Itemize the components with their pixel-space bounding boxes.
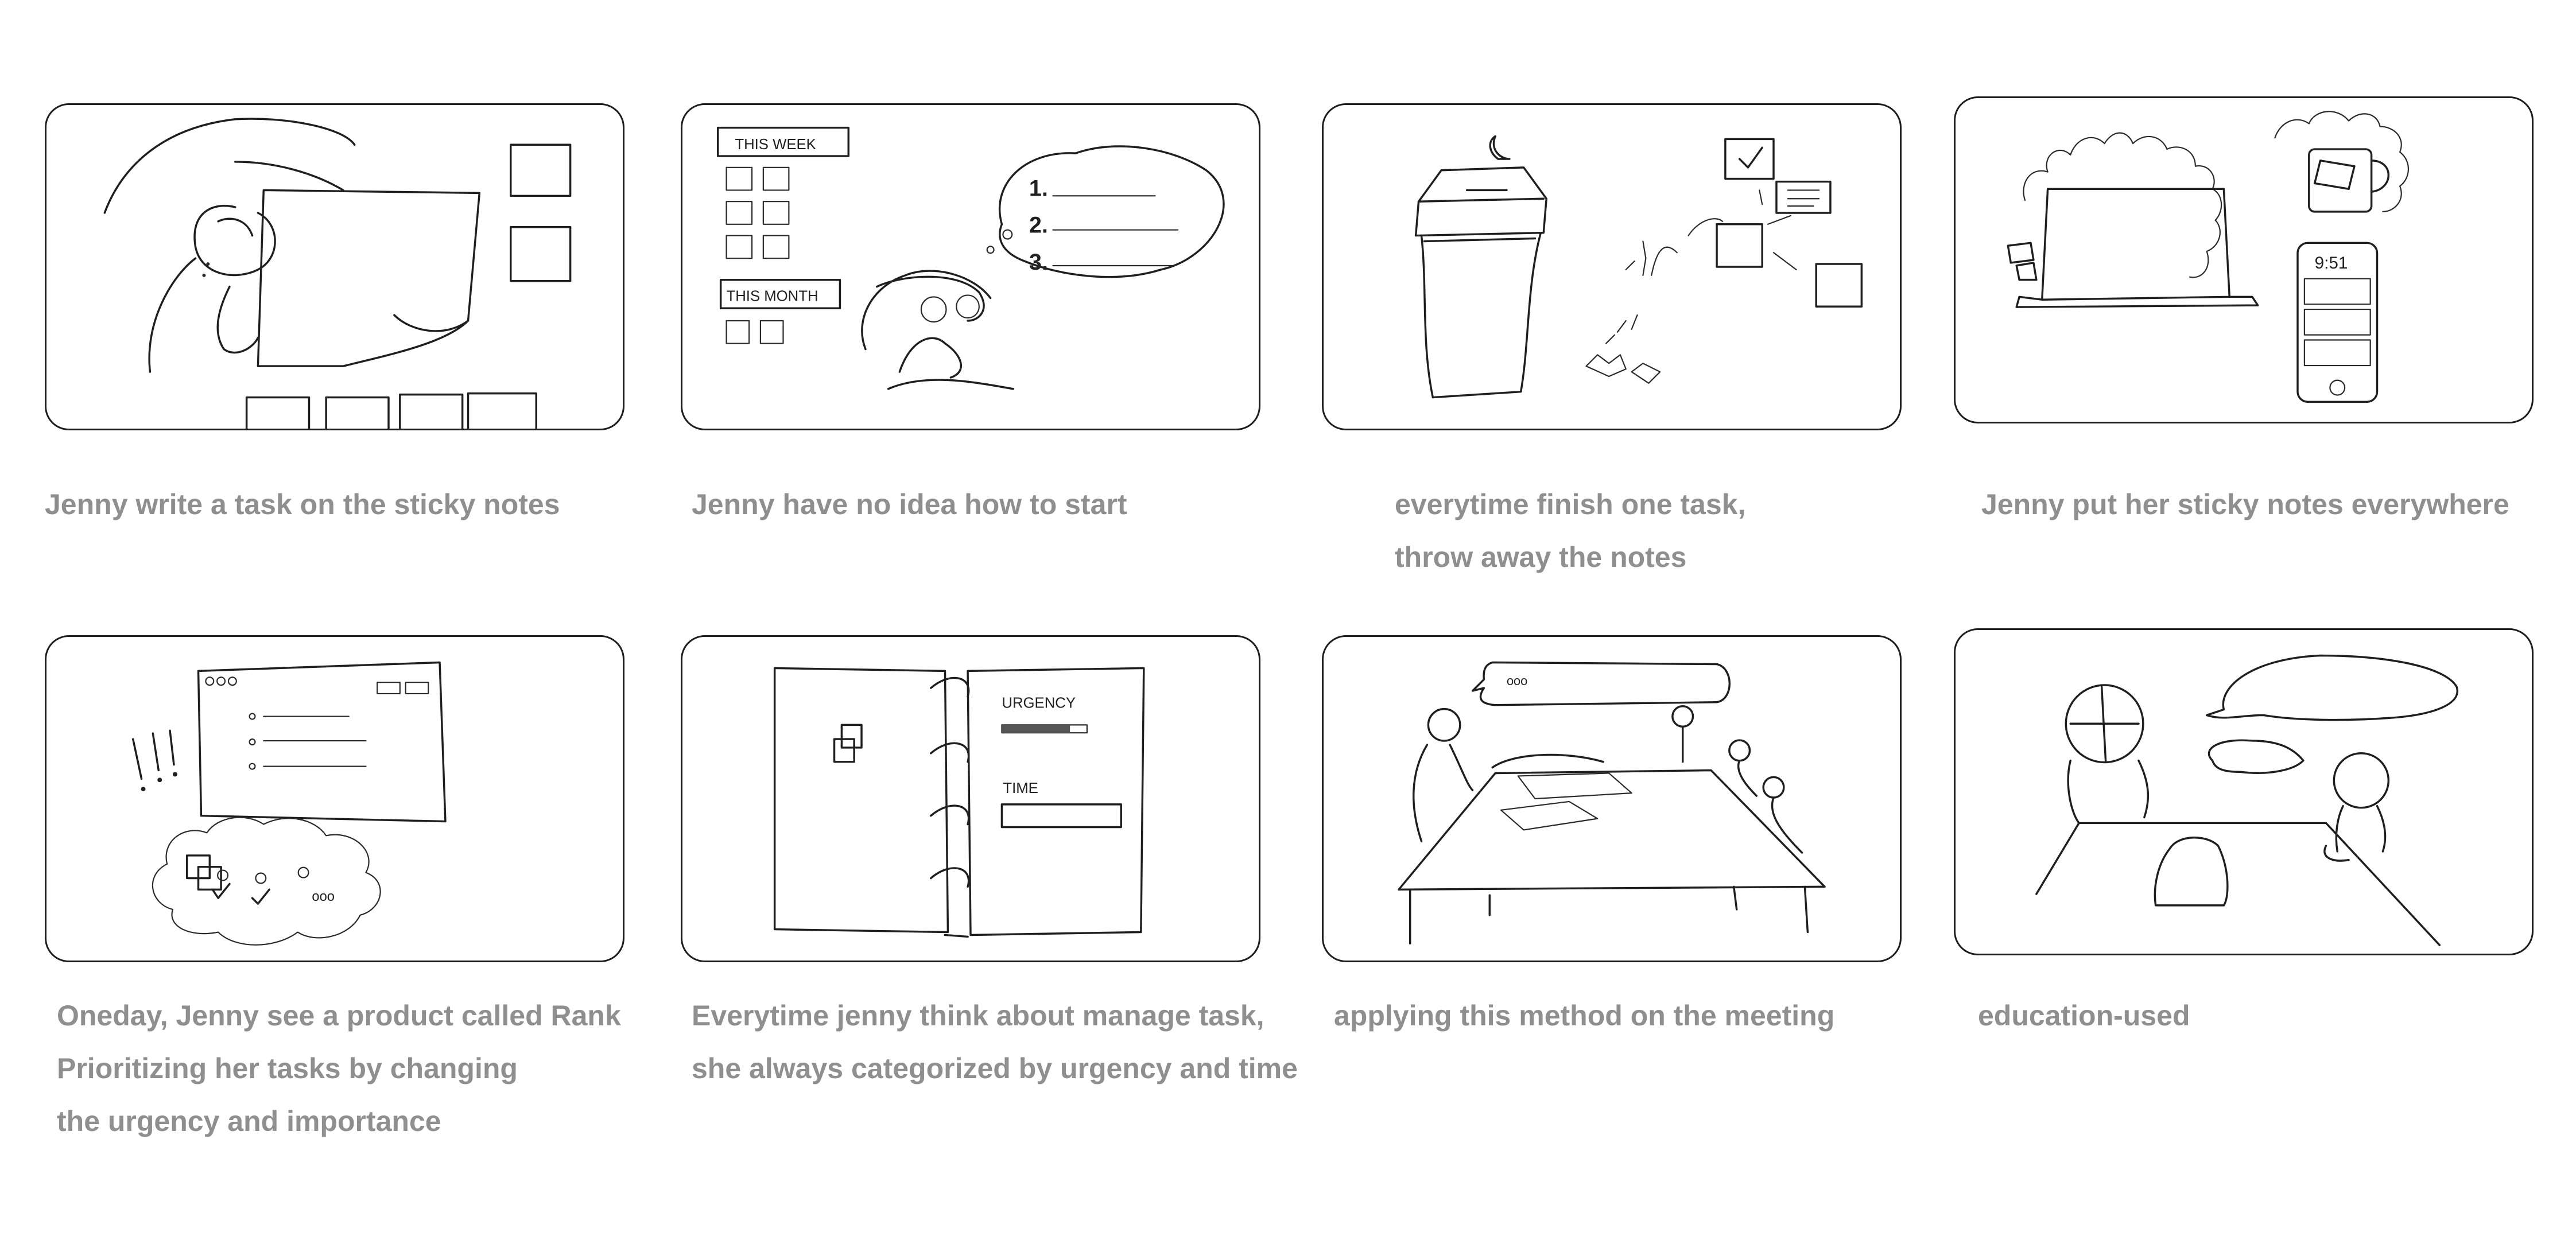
rank-app-prioritize-illustration: ooo [132,661,447,946]
caption-line: Prioritizing her tasks by changing [57,1052,518,1084]
caption-panel-2: Jenny have no idea how to start [692,478,1127,531]
panel-7-sketch: ooo [1322,635,1902,962]
caption-line: Oneday, Jenny see a product called Rank [57,1000,621,1032]
panel-1-sketch [45,103,624,430]
caption-line: Jenny put her sticky notes everywhere [1981,488,2509,520]
panel-3-sketch [1322,103,1902,430]
caption-line: applying this method on the meeting [1334,1000,1835,1032]
planning-board-thinking-illustration: THIS WEEK THIS MONTH 1. 2. 3. [716,126,1225,390]
sketch-speech-dots: ooo [1507,674,1527,688]
caption-panel-6: Everytime jenny think about manage task,… [692,989,1298,1095]
caption-line: she always categorized by urgency and ti… [692,1052,1298,1084]
trash-bin-discard-notes-illustration [1414,135,1863,399]
caption-panel-7: applying this method on the meeting [1334,989,1834,1042]
caption-panel-1: Jenny write a task on the sticky notes [45,478,560,531]
panel-6-sketch: URGENCY TIME [681,635,1260,962]
notebook-urgency-time-illustration: URGENCY TIME [773,667,1145,938]
sketch-label-this-month: THIS MONTH [727,288,818,304]
sketch-label-this-week: THIS WEEK [735,137,816,153]
meeting-table-illustration: ooo [1398,661,1826,945]
caption-line: education-used [1978,1000,2190,1032]
caption-line: Jenny have no idea how to start [692,488,1127,520]
sketch-list-1: 1. [1029,176,1048,201]
caption-panel-3: everytime finish one task, throw away th… [1395,478,1745,584]
hand-holding-sticky-note-illustration [103,118,572,429]
sketch-list-3: 3. [1029,250,1048,275]
notes-everywhere-laptop-phone-illustration: 9:51 [2007,98,2532,403]
caption-line: everytime finish one task, [1395,488,1746,520]
panel-2-sketch: THIS WEEK THIS MONTH 1. 2. 3. [681,103,1260,430]
sketch-list-2: 2. [1029,213,1048,238]
sketch-phone-clock: 9:51 [2315,254,2348,273]
caption-panel-4: Jenny put her sticky notes everywhere [1981,478,2509,531]
sketch-ellipsis: ooo [312,889,335,904]
panel-4-sketch: 9:51 [1954,96,2534,423]
sketch-label-urgency: URGENCY [1002,695,1076,711]
caption-panel-5: Oneday, Jenny see a product called Rank … [57,989,621,1148]
caption-line: throw away the notes [1395,541,1687,573]
caption-line: Everytime jenny think about manage task, [692,1000,1264,1032]
sketch-label-time: TIME [1003,780,1038,796]
education-classroom-illustration [2035,654,2459,946]
panel-5-sketch: ooo [45,635,624,962]
caption-line: Jenny write a task on the sticky notes [45,488,560,520]
caption-panel-8: education-used [1978,989,2190,1042]
panel-8-sketch [1954,628,2534,955]
caption-line: the urgency and importance [57,1105,441,1137]
